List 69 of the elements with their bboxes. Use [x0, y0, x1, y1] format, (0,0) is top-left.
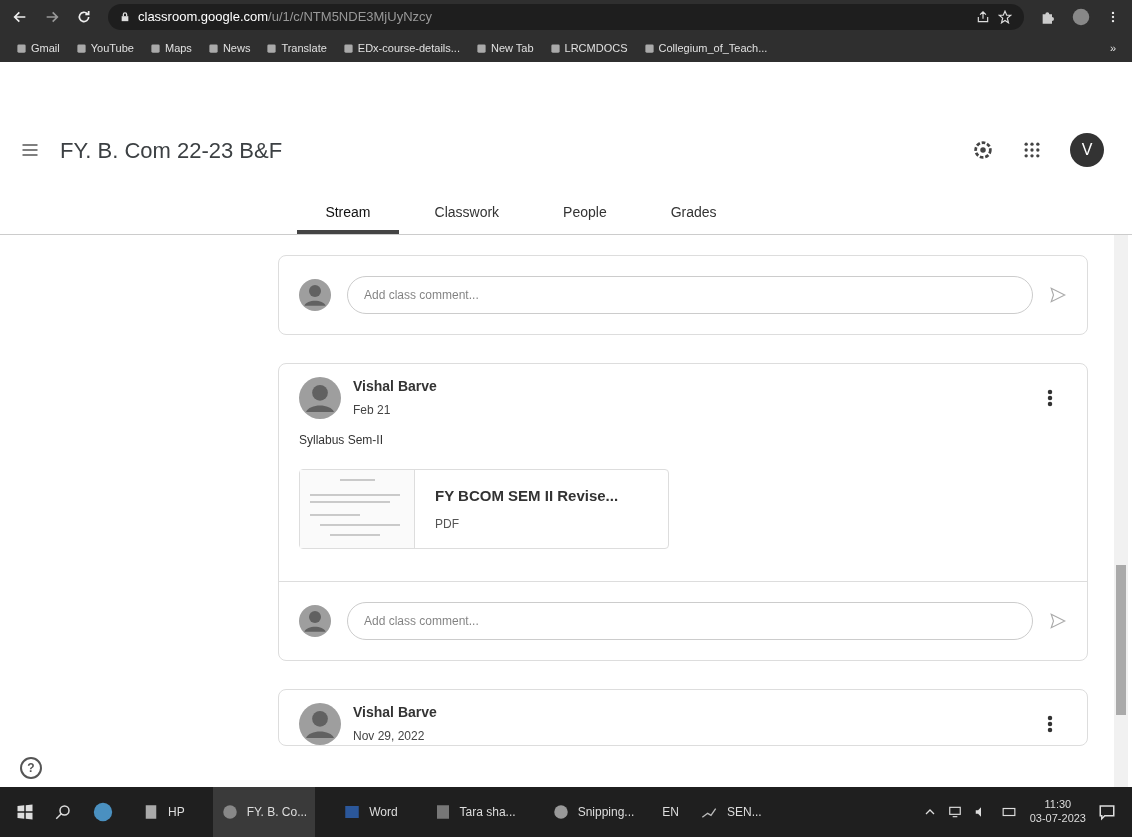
attachment-type: PDF	[435, 516, 460, 534]
bookmark-icon	[149, 42, 161, 54]
back-icon[interactable]	[12, 9, 28, 25]
reload-icon[interactable]	[76, 9, 92, 25]
lock-icon	[120, 11, 130, 23]
bookmark[interactable]: Gmail	[16, 39, 60, 57]
comment-field[interactable]: Add class comment...	[347, 602, 1033, 640]
avatar-icon	[299, 702, 341, 745]
avatar-icon	[299, 279, 331, 311]
avatar-icon	[299, 605, 331, 637]
tab[interactable]: Classwork	[406, 182, 528, 234]
bookmark-icon	[643, 42, 655, 54]
more-bookmarks-button[interactable]: »	[1109, 39, 1116, 57]
search-icon[interactable]	[54, 803, 72, 821]
bookmark-icon	[16, 42, 27, 54]
settings-icon[interactable]	[972, 139, 994, 161]
bookmark-icon	[266, 42, 278, 54]
address-bar[interactable]: classroom.google.com/u/1/c/NTM5NDE3MjUyNzcy	[108, 4, 1024, 30]
attachment-title: FY BCOM SEM II Revise...	[435, 485, 619, 506]
account-avatar[interactable]: V	[1070, 133, 1104, 167]
windows-start-icon[interactable]	[16, 803, 34, 821]
bookmark-icon	[549, 42, 561, 54]
app-icon	[551, 803, 570, 821]
bookmark-icon	[342, 42, 354, 54]
tab[interactable]: People	[535, 182, 635, 234]
clock-time[interactable]: 11:30	[1044, 798, 1072, 812]
browser-icon[interactable]	[92, 801, 114, 823]
scrollbar[interactable]	[1114, 235, 1128, 787]
author-name: Vishal Barve	[353, 703, 437, 722]
notification-icon[interactable]	[1098, 803, 1116, 821]
post-date: Nov 29, 2022	[353, 728, 426, 745]
bookmark[interactable]: Collegium_of_Teach...	[643, 39, 768, 57]
author-name: Vishal Barve	[353, 377, 437, 396]
bookmark[interactable]: Translate	[266, 39, 327, 57]
weather-widget[interactable]: SEN...	[699, 803, 762, 821]
post-date: Feb 21	[353, 402, 392, 419]
tab[interactable]: Stream	[297, 182, 399, 234]
bookmark[interactable]: YouTube	[75, 39, 134, 57]
taskbar-app[interactable]: Tara sha...	[425, 787, 524, 837]
extension-icon[interactable]	[1040, 9, 1056, 25]
taskbar-app[interactable]: Word	[335, 787, 406, 837]
app-icon	[343, 803, 362, 821]
clock-date[interactable]: 03-07-2023	[1029, 812, 1086, 826]
profile-icon[interactable]	[1072, 8, 1090, 26]
class-title: FY. B. Com 22-23 B&F	[60, 136, 283, 165]
apps-grid-icon[interactable]	[1022, 140, 1042, 160]
comment-field[interactable]: Add class comment...	[347, 276, 1033, 314]
taskbar-app[interactable]: Snipping...	[543, 787, 643, 837]
forward-icon[interactable]	[44, 9, 60, 25]
language-indicator[interactable]: EN	[662, 803, 679, 821]
taskbar-app[interactable]: HP	[134, 787, 193, 837]
bookmark[interactable]: LRCMDOCS	[549, 39, 628, 57]
share-icon[interactable]	[976, 10, 990, 24]
app-icon	[220, 803, 239, 821]
bookmark[interactable]: New Tab	[475, 39, 534, 57]
attachment-card[interactable]: FY BCOM SEM II Revise... PDF	[299, 469, 669, 549]
bookmark[interactable]: News	[207, 39, 251, 57]
bookmark-icon	[75, 42, 87, 54]
avatar-icon	[299, 376, 341, 419]
bookmark[interactable]: Maps	[149, 39, 192, 57]
tab[interactable]: Grades	[642, 182, 745, 234]
bookmark-icon	[475, 42, 487, 54]
star-icon[interactable]	[998, 10, 1012, 24]
bookmark-icon	[207, 42, 219, 54]
post-text: Syllabus Sem-II	[298, 432, 385, 449]
help-button[interactable]: ?	[20, 757, 42, 779]
taskbar-app[interactable]: FY. B. Co...	[212, 787, 316, 837]
url-text: classroom.google.com/u/1/c/NTM5NDE3MjUyNzcy	[138, 8, 434, 27]
bookmark[interactable]: EDx-course-details...	[342, 39, 460, 57]
